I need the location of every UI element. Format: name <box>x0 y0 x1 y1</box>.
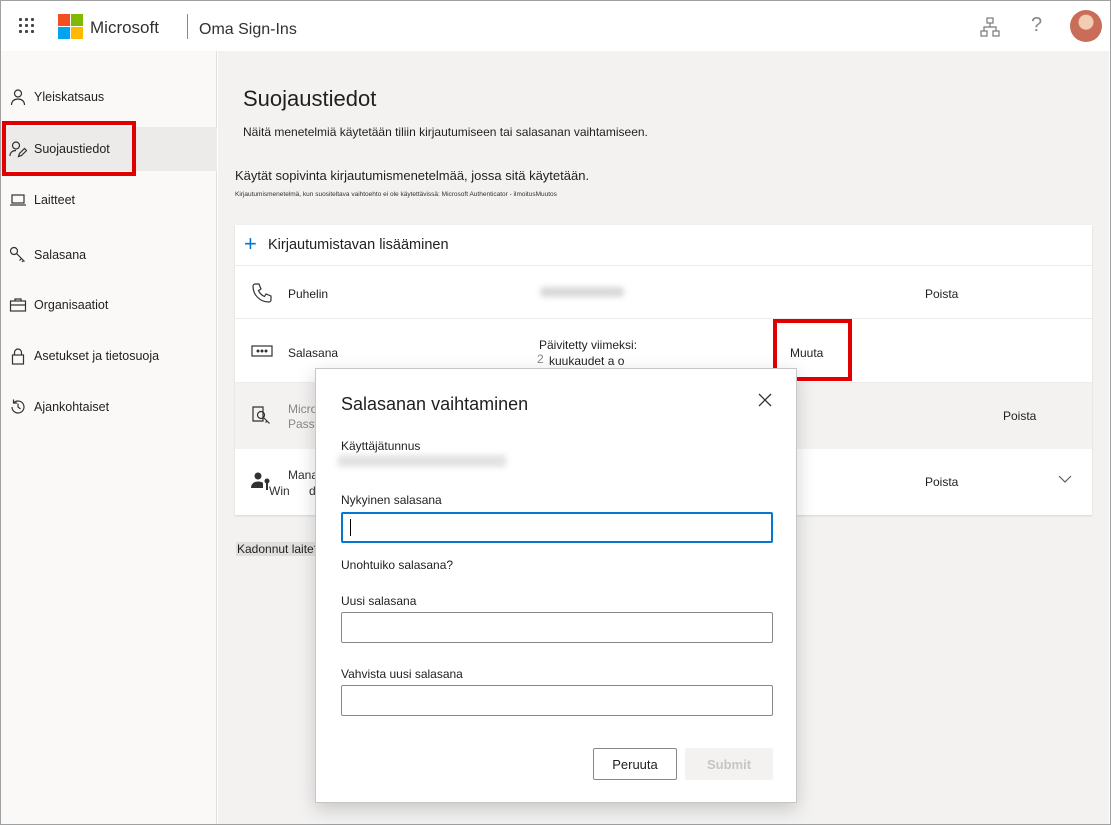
phone-icon <box>252 283 272 303</box>
username-label: Käyttäjätunnus <box>341 439 421 453</box>
method-row-phone: Puhelin Poista <box>235 266 1092 319</box>
history-icon <box>11 399 25 414</box>
sidebar-item-label: Asetukset ja tietosuoja <box>34 349 160 363</box>
sidebar-item-settings-privacy[interactable]: Asetukset ja tietosuoja <box>1 334 217 378</box>
sidebar-item-label: Salasana <box>34 248 87 262</box>
waffle-icon[interactable] <box>19 18 35 34</box>
sidebar-item-recent-activity[interactable]: Ajankohtaiset <box>1 385 217 429</box>
sidebar-item-organizations[interactable]: Organisaatiot <box>1 283 217 327</box>
help-icon[interactable]: ? <box>1031 14 1042 37</box>
submit-button[interactable]: Submit <box>685 748 773 780</box>
delete-link[interactable]: Poista <box>925 287 958 301</box>
top-header: Microsoft Oma Sign-Ins ? <box>1 1 1109 51</box>
app-title[interactable]: Oma Sign-Ins <box>199 21 297 39</box>
default-method-sub[interactable]: Kirjautumismenetelmä, kun suositeltava v… <box>235 191 557 198</box>
add-method-label: Kirjautumistavan lisääminen <box>268 237 449 253</box>
updated-value-2: kuukaudet a o <box>549 354 625 368</box>
cancel-button[interactable]: Peruuta <box>593 748 677 780</box>
key-icon <box>9 246 25 263</box>
page-title: Suojaustiedot <box>243 86 377 111</box>
page-description: Näitä menetelmiä käytetään tiliin kirjau… <box>243 125 648 139</box>
method-label: Micro <box>288 402 318 416</box>
current-password-label: Nykyinen salasana <box>341 493 442 507</box>
org-chart-icon[interactable] <box>979 16 1001 38</box>
method-label: Puhelin <box>288 287 329 301</box>
lost-device-link[interactable]: Kadonnut laite? <box>236 542 322 556</box>
laptop-icon <box>10 194 26 206</box>
delete-link[interactable]: Poista <box>1003 409 1036 423</box>
avatar[interactable] <box>1070 10 1102 42</box>
confirm-password-input[interactable] <box>341 685 773 716</box>
method-label-2: Win <box>269 484 290 498</box>
chevron-down-icon[interactable] <box>1058 474 1072 484</box>
updated-label: Päivitetty viimeksi: <box>539 338 638 352</box>
close-icon[interactable] <box>756 391 774 409</box>
header-divider <box>187 14 188 39</box>
sidebar-item-label: Ajankohtaiset <box>34 400 110 414</box>
microsoft-logo[interactable] <box>58 14 83 39</box>
redacted-username <box>338 455 506 467</box>
sidebar-item-password[interactable]: Salasana <box>1 233 217 277</box>
change-password-dialog: Salasanan vaihtaminen Käyttäjätunnus Nyk… <box>315 368 797 803</box>
default-method-text: Käytät sopivinta kirjautumismenetelmää, … <box>235 168 590 183</box>
add-method-button[interactable]: + Kirjautumistavan lisääminen <box>235 225 1092 266</box>
security-key-icon <box>252 406 270 424</box>
sidebar-item-devices[interactable]: Laitteet <box>1 178 217 222</box>
method-label: Salasana <box>288 346 339 360</box>
confirm-password-label: Vahvista uusi salasana <box>341 667 463 681</box>
plus-icon: + <box>244 231 257 256</box>
dialog-title: Salasanan vaihtaminen <box>341 394 529 414</box>
method-label: Mana <box>288 468 319 482</box>
highlight-box-sidebar <box>2 121 136 176</box>
new-password-label: Uusi salasana <box>341 594 417 608</box>
delete-link[interactable]: Poista <box>925 475 958 489</box>
person-icon <box>10 89 26 106</box>
sidebar-item-overview[interactable]: Yleiskatsaus <box>1 75 217 119</box>
sidebar-item-label: Laitteet <box>34 193 76 207</box>
lock-icon <box>11 348 25 365</box>
briefcase-icon <box>9 298 27 312</box>
sidebar-item-label: Organisaatiot <box>34 298 109 312</box>
password-dots-icon <box>251 345 273 357</box>
updated-value: 2 <box>537 352 544 366</box>
brand-name[interactable]: Microsoft <box>90 18 159 38</box>
text-caret <box>350 519 351 536</box>
forgot-password-link[interactable]: Unohtuiko salasana? <box>341 558 453 572</box>
new-password-input[interactable] <box>341 612 773 643</box>
current-password-input[interactable] <box>341 512 773 543</box>
redacted-phone-number <box>540 287 624 297</box>
sidebar-item-label: Yleiskatsaus <box>34 90 105 104</box>
